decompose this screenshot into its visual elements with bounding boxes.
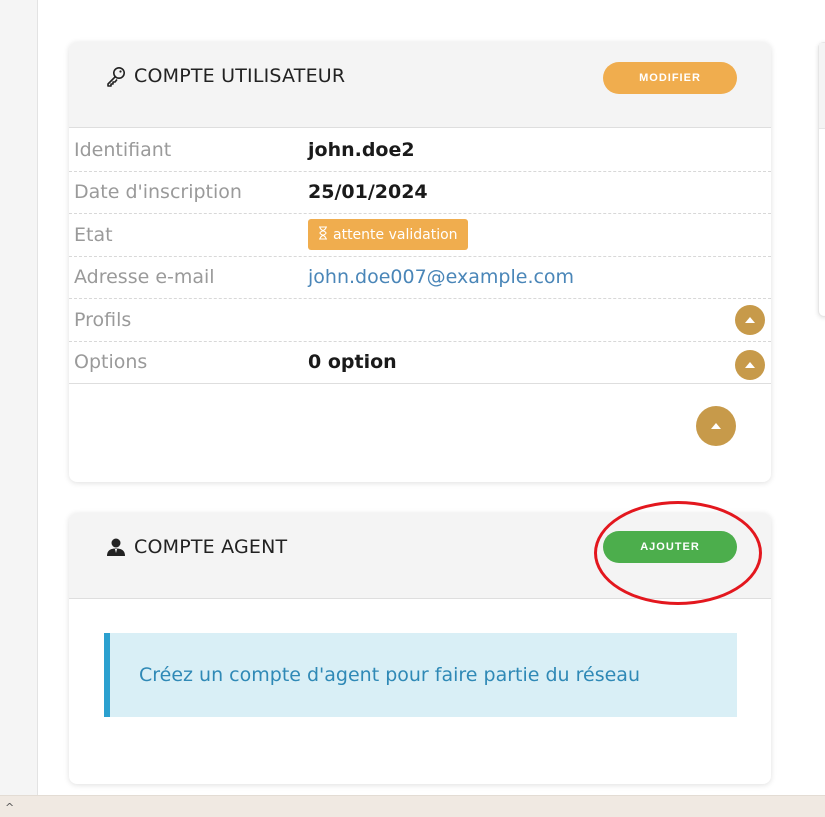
agent-info-text: Créez un compte d'agent pour faire parti… (139, 664, 640, 686)
detail-row-options: Options 0 option (69, 342, 771, 384)
email-link[interactable]: john.doe007@example.com (308, 266, 574, 288)
status-badge: attente validation (308, 219, 468, 251)
agent-info-alert: Créez un compte d'agent pour faire parti… (104, 633, 737, 717)
key-icon (104, 64, 128, 88)
options-toggle-button[interactable] (735, 349, 765, 380)
user-account-header: COMPTE UTILISATEUR MODIFIER (69, 42, 771, 128)
caret-up-icon: ^ (5, 801, 15, 814)
agent-account-header: COMPTE AGENT AJOUTER (69, 513, 771, 599)
date-inscription-value: 25/01/2024 (308, 181, 428, 204)
modify-button[interactable]: MODIFIER (603, 62, 737, 94)
profils-toggle-button[interactable] (735, 305, 765, 335)
identifiant-value: john.doe2 (308, 138, 415, 161)
agent-account-card: COMPTE AGENT AJOUTER Créez un compte d'a… (69, 513, 771, 784)
hourglass-icon (318, 226, 328, 244)
detail-row-etat: Etat attente validation (69, 214, 771, 257)
chevron-up-icon (745, 361, 755, 368)
adjacent-card-edge (818, 42, 825, 317)
user-account-title: COMPTE UTILISATEUR (104, 64, 345, 88)
agent-account-title-text: COMPTE AGENT (134, 536, 288, 558)
detail-label: Date d'inscription (74, 181, 242, 204)
user-icon (104, 535, 128, 559)
user-account-title-text: COMPTE UTILISATEUR (134, 65, 346, 87)
detail-label: Profils (74, 308, 132, 331)
detail-label: Etat (74, 223, 113, 246)
bottom-bar: ^ (0, 795, 825, 817)
detail-row-date-inscription: Date d'inscription 25/01/2024 (69, 172, 771, 214)
agent-account-title: COMPTE AGENT (104, 535, 287, 559)
detail-label: Adresse e-mail (74, 266, 215, 289)
left-panel-edge (0, 0, 38, 795)
user-account-card: COMPTE UTILISATEUR MODIFIER Identifiant … (69, 42, 771, 482)
detail-row-email: Adresse e-mail john.doe007@example.com (69, 257, 771, 299)
detail-row-identifiant: Identifiant john.doe2 (69, 129, 771, 172)
chevron-up-icon (745, 317, 755, 323)
collapse-card-button[interactable] (696, 406, 736, 446)
chevron-up-icon (711, 423, 721, 429)
add-agent-button[interactable]: AJOUTER (603, 531, 737, 563)
options-value: 0 option (308, 351, 397, 374)
user-account-details: Identifiant john.doe2 Date d'inscription… (69, 129, 771, 384)
detail-row-profils: Profils (69, 299, 771, 342)
detail-label: Options (74, 351, 148, 374)
status-text: attente validation (333, 226, 458, 243)
detail-label: Identifiant (74, 138, 172, 161)
